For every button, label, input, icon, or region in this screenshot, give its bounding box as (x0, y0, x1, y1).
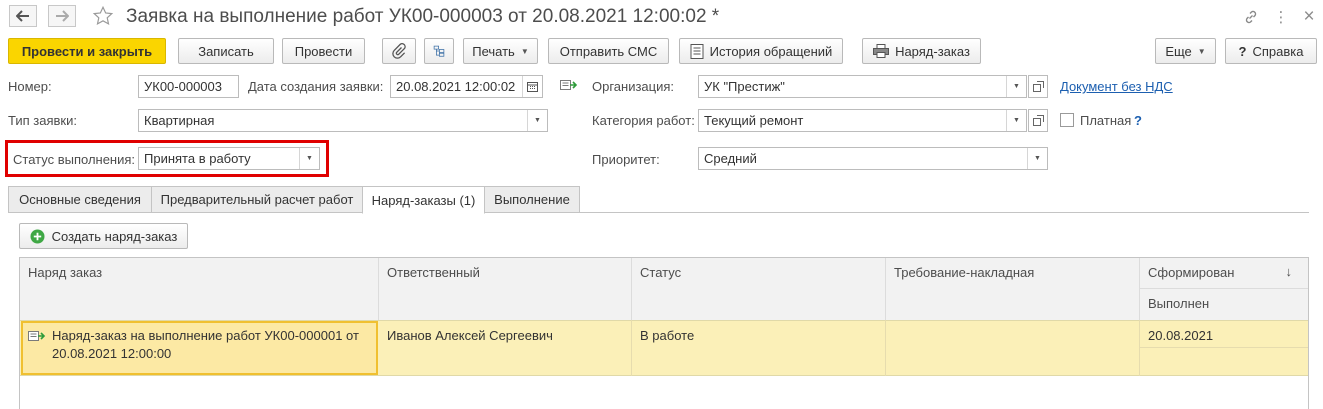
chevron-down-icon[interactable]: ▼ (1027, 148, 1047, 169)
work-category-value: Текущий ремонт (704, 113, 804, 128)
open-organization-button[interactable] (1028, 75, 1048, 98)
create-work-order-label: Создать наряд-заказ (51, 228, 178, 244)
more-vert-icon[interactable]: ⋮ (1272, 8, 1290, 26)
arrow-left-icon (16, 10, 29, 22)
column-header-formed-label: Сформирован (1148, 265, 1235, 280)
help-icon: ? (1238, 43, 1247, 59)
sort-down-icon[interactable]: ↓ (1286, 264, 1293, 279)
structure-button[interactable] (424, 38, 454, 64)
link-icon[interactable] (1242, 8, 1260, 26)
paid-checkbox[interactable] (1060, 113, 1074, 127)
execution-status-value: Принята в работу (144, 151, 251, 166)
created-date-field[interactable]: 20.08.2021 12:00:02 (390, 75, 543, 98)
request-type-label: Тип заявки: (8, 113, 77, 128)
priority-field[interactable]: Средний ▼ (698, 147, 1048, 170)
column-header-order[interactable]: Наряд заказ (20, 258, 379, 320)
forward-button[interactable] (48, 5, 76, 27)
work-order-button[interactable]: Наряд-заказ (862, 38, 981, 64)
document-without-vat-link[interactable]: Документ без НДС (1060, 79, 1173, 94)
write-button[interactable]: Записать (178, 38, 274, 64)
column-header-requisition[interactable]: Требование-накладная (886, 258, 1140, 320)
request-type-field[interactable]: Квартирная ▼ (138, 109, 548, 132)
post-button[interactable]: Провести (282, 38, 365, 64)
work-orders-table: Наряд заказ Ответственный Статус Требова… (19, 257, 1309, 409)
tab-preliminary-calc[interactable]: Предварительный расчет работ (151, 186, 363, 213)
list-icon (690, 43, 704, 59)
calendar-icon[interactable] (522, 76, 542, 97)
close-icon[interactable]: × (1300, 6, 1318, 27)
execution-status-label: Статус выполнения: (13, 152, 136, 167)
created-date-value: 20.08.2021 12:00:02 (396, 79, 516, 94)
priority-label: Приоритет: (592, 152, 660, 167)
column-header-status[interactable]: Статус (632, 258, 886, 320)
chevron-down-icon[interactable]: ▼ (527, 110, 547, 131)
paperclip-icon (392, 43, 406, 59)
more-label: Еще (1165, 43, 1192, 59)
help-button[interactable]: ? Справка (1225, 38, 1317, 64)
request-type-value: Квартирная (144, 113, 215, 128)
number-value: УК00-000003 (144, 79, 222, 94)
execution-status-field[interactable]: Принята в работу ▼ (138, 147, 320, 170)
back-button[interactable] (9, 5, 37, 27)
tab-main-info[interactable]: Основные сведения (8, 186, 152, 213)
history-label: История обращений (709, 43, 833, 59)
organization-value: УК "Престиж" (704, 79, 785, 94)
print-button[interactable]: Печать ▼ (463, 38, 538, 64)
history-button[interactable]: История обращений (679, 38, 843, 64)
work-order-label: Наряд-заказ (895, 43, 970, 59)
order-text: Наряд-заказ на выполнение работ УК00-000… (52, 328, 359, 361)
number-field[interactable]: УК00-000003 (138, 75, 239, 98)
paid-label: Платная (1080, 113, 1132, 128)
printer-icon (873, 44, 890, 58)
column-header-responsible[interactable]: Ответственный (379, 258, 632, 320)
chevron-down-icon[interactable]: ▼ (1006, 76, 1026, 97)
table-cell-responsible[interactable]: Иванов Алексей Сергеевич (379, 320, 632, 376)
chevron-down-icon[interactable]: ▼ (299, 148, 319, 169)
number-label: Номер: (8, 79, 52, 94)
document-arrow-icon (560, 78, 578, 95)
paid-help-icon[interactable]: ? (1134, 113, 1142, 129)
table-cell-order[interactable]: Наряд-заказ на выполнение работ УК00-000… (20, 320, 379, 376)
table-cell-formed[interactable]: 20.08.2021 (1140, 320, 1308, 348)
chevron-down-icon: ▼ (520, 46, 529, 56)
arrow-right-icon (56, 10, 69, 22)
priority-value: Средний (704, 151, 757, 166)
work-category-label: Категория работ: (592, 113, 695, 128)
column-header-formed[interactable]: Сформирован ↓ (1140, 258, 1308, 289)
help-label: Справка (1252, 43, 1304, 59)
table-cell-requisition[interactable] (886, 320, 1140, 376)
document-arrow-icon (28, 329, 46, 348)
open-icon (1032, 115, 1044, 126)
work-category-field[interactable]: Текущий ремонт ▼ (698, 109, 1027, 132)
table-cell-done[interactable] (1140, 348, 1308, 376)
column-header-dates: Сформирован ↓ Выполнен (1140, 258, 1308, 320)
structure-icon (433, 45, 445, 57)
table-cell-status[interactable]: В работе (632, 320, 886, 376)
more-button[interactable]: Еще ▼ (1155, 38, 1216, 64)
send-sms-button[interactable]: Отправить СМС (548, 38, 669, 64)
organization-label: Организация: (592, 79, 675, 94)
organization-field[interactable]: УК "Престиж" ▼ (698, 75, 1027, 98)
print-label: Печать (472, 43, 515, 59)
created-date-label: Дата создания заявки: (248, 79, 384, 94)
create-work-order-button[interactable]: Создать наряд-заказ (19, 223, 188, 249)
chevron-down-icon: ▼ (1197, 46, 1206, 56)
chevron-down-icon[interactable]: ▼ (1006, 110, 1026, 131)
post-and-close-button[interactable]: Провести и закрыть (8, 38, 166, 64)
favorite-star-icon[interactable] (92, 5, 114, 30)
add-circle-icon (30, 229, 45, 243)
tab-execution[interactable]: Выполнение (484, 186, 580, 213)
window-title: Заявка на выполнение работ УК00-000003 о… (126, 6, 720, 27)
attach-button[interactable] (382, 38, 416, 64)
tab-work-orders[interactable]: Наряд-заказы (1) (362, 186, 485, 214)
open-category-button[interactable] (1028, 109, 1048, 132)
open-icon (1032, 81, 1044, 92)
column-header-done[interactable]: Выполнен (1140, 289, 1308, 320)
